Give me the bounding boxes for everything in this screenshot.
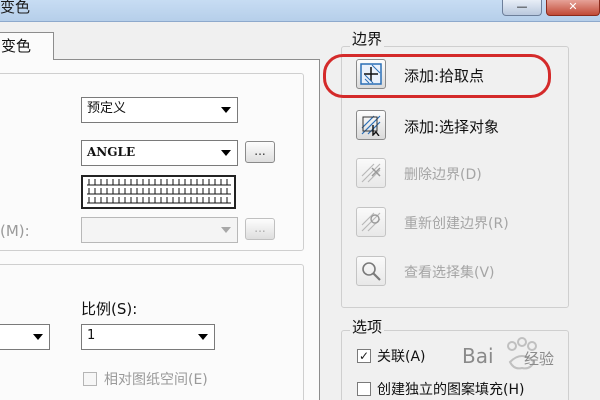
minimize-icon: — — [516, 0, 528, 13]
scale-value: 1 — [87, 328, 96, 343]
associative-checkbox[interactable]: ✓ — [357, 349, 371, 363]
pattern-type-select[interactable]: 预定义 — [81, 97, 238, 123]
pattern-browse-button[interactable]: ... — [245, 141, 275, 163]
watermark-text-2: 经验 — [524, 350, 555, 368]
chevron-down-icon — [198, 334, 208, 340]
pattern-name-value: ANGLE — [87, 145, 136, 159]
custom-pattern-browse-button[interactable]: ... — [245, 218, 275, 240]
boundary-group-title: 边界 — [350, 28, 385, 49]
remove-boundaries-button[interactable] — [356, 158, 386, 188]
custom-pattern-label: (M): — [0, 222, 30, 240]
recreate-boundary-button[interactable] — [356, 207, 386, 237]
options-group-title: 选项 — [350, 316, 385, 337]
remove-boundaries-label: 删除边界(D) — [404, 167, 482, 183]
chevron-down-icon — [221, 227, 231, 233]
view-selections-label: 查看选择集(V) — [404, 265, 495, 281]
watermark-text: Bai — [462, 344, 494, 368]
custom-pattern-select[interactable] — [81, 217, 238, 243]
separate-hatches-checkbox[interactable] — [357, 382, 371, 396]
relative-paper-checkbox[interactable] — [83, 372, 97, 386]
view-selections-button[interactable] — [356, 256, 386, 286]
window-title: 变色 — [0, 0, 31, 16]
scale-label: 比例(S): — [81, 300, 138, 318]
pattern-type-value: 预定义 — [87, 101, 127, 116]
select-objects-icon — [361, 115, 381, 136]
associative-label: 关联(A) — [377, 349, 426, 365]
chevron-down-icon — [221, 150, 231, 156]
close-icon: ✕ — [568, 0, 578, 13]
chevron-down-icon — [221, 107, 231, 113]
relative-paper-label: 相对图纸空间(E) — [104, 372, 208, 388]
angle-select[interactable] — [0, 324, 50, 350]
recreate-boundary-icon — [361, 212, 381, 232]
pattern-name-select[interactable]: ANGLE — [81, 140, 238, 166]
chevron-down-icon — [33, 334, 43, 340]
title-bar: 变色 — ✕ — [0, 0, 600, 22]
view-selection-icon — [362, 262, 381, 281]
recreate-boundary-label: 重新创建边界(R) — [404, 216, 509, 232]
close-button[interactable]: ✕ — [546, 0, 600, 16]
separate-hatches-label: 创建独立的图案填充(H) — [377, 382, 525, 398]
pattern-swatch[interactable] — [81, 175, 236, 209]
minimize-button[interactable]: — — [502, 0, 542, 16]
highlight-ellipse — [323, 54, 551, 98]
remove-boundary-icon — [361, 163, 381, 183]
add-select-objects-button[interactable] — [356, 110, 386, 140]
tab-hatch-gradient[interactable]: 变色 — [0, 32, 54, 60]
scale-select[interactable]: 1 — [81, 324, 215, 350]
angle-pattern-preview — [87, 179, 231, 204]
add-select-objects-label: 添加:选择对象 — [404, 118, 500, 136]
